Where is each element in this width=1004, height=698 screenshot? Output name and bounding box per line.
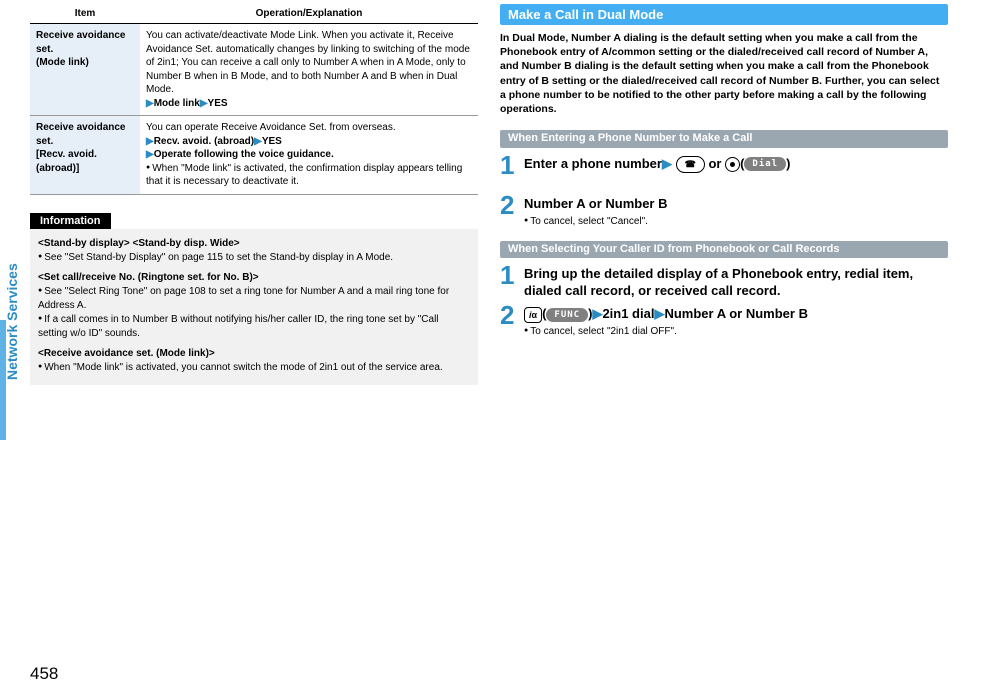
center-key-icon (725, 157, 740, 172)
page-number: 458 (30, 664, 58, 684)
arrow-icon: ▶ (146, 98, 154, 109)
arrow-icon: ▶ (200, 98, 208, 109)
information-heading: Information (30, 213, 111, 229)
information-box: <Stand-by display> <Stand-by disp. Wide>… (30, 229, 478, 385)
arrow-icon: ▶ (254, 136, 262, 147)
arrow-icon: ▶ (146, 136, 154, 147)
arrow-icon: ▶ (654, 306, 664, 321)
subsection-title: When Selecting Your Caller ID from Phone… (500, 241, 948, 259)
call-key-icon: ☎ (676, 156, 705, 173)
step-2b: 2 iα(FUNC)▶2in1 dial▶Number A or Number … (500, 302, 948, 337)
col-header-item: Item (30, 4, 140, 24)
softkey-pill: FUNC (546, 308, 588, 322)
intro-paragraph: In Dual Mode, Number A dialing is the de… (500, 31, 948, 116)
arrow-icon: ▶ (146, 149, 154, 160)
step-head: Enter a phone number▶ ☎ or (Dial) (524, 156, 948, 173)
step-head: iα(FUNC)▶2in1 dial▶Number A or Number B (524, 306, 948, 323)
step-2: 2 Number A or Number B To cancel, select… (500, 192, 948, 227)
left-column: Item Operation/Explanation Receive avoid… (30, 4, 478, 385)
step-note: To cancel, select "Cancel". (524, 216, 948, 227)
settings-table: Item Operation/Explanation Receive avoid… (30, 4, 478, 195)
step-head: Number A or Number B (524, 196, 948, 213)
ir-key-icon: iα (524, 307, 542, 323)
step-1: 1 Enter a phone number▶ ☎ or (Dial) (500, 152, 948, 178)
table-row: Receive avoidance set. (Mode link) You c… (30, 24, 478, 116)
right-column: Make a Call in Dual Mode In Dual Mode, N… (500, 4, 948, 385)
item-cell: Receive avoidance set. (Mode link) (30, 24, 140, 116)
table-row: Receive avoidance set. [Recv. avoid. (ab… (30, 116, 478, 195)
op-cell: You can activate/deactivate Mode Link. W… (140, 24, 478, 116)
subsection-title: When Entering a Phone Number to Make a C… (500, 130, 948, 148)
col-header-op: Operation/Explanation (140, 4, 478, 24)
section-title: Make a Call in Dual Mode (500, 4, 948, 25)
op-cell: You can operate Receive Avoidance Set. f… (140, 116, 478, 195)
step-note: To cancel, select "2in1 dial OFF". (524, 326, 948, 337)
step-head: Bring up the detailed display of a Phone… (524, 266, 948, 300)
softkey-pill: Dial (744, 157, 786, 171)
spine-label: Network Services (4, 263, 20, 380)
step-1b: 1 Bring up the detailed display of a Pho… (500, 262, 948, 300)
arrow-icon: ▶ (662, 156, 672, 171)
item-cell: Receive avoidance set. [Recv. avoid. (ab… (30, 116, 140, 195)
arrow-icon: ▶ (592, 306, 602, 321)
